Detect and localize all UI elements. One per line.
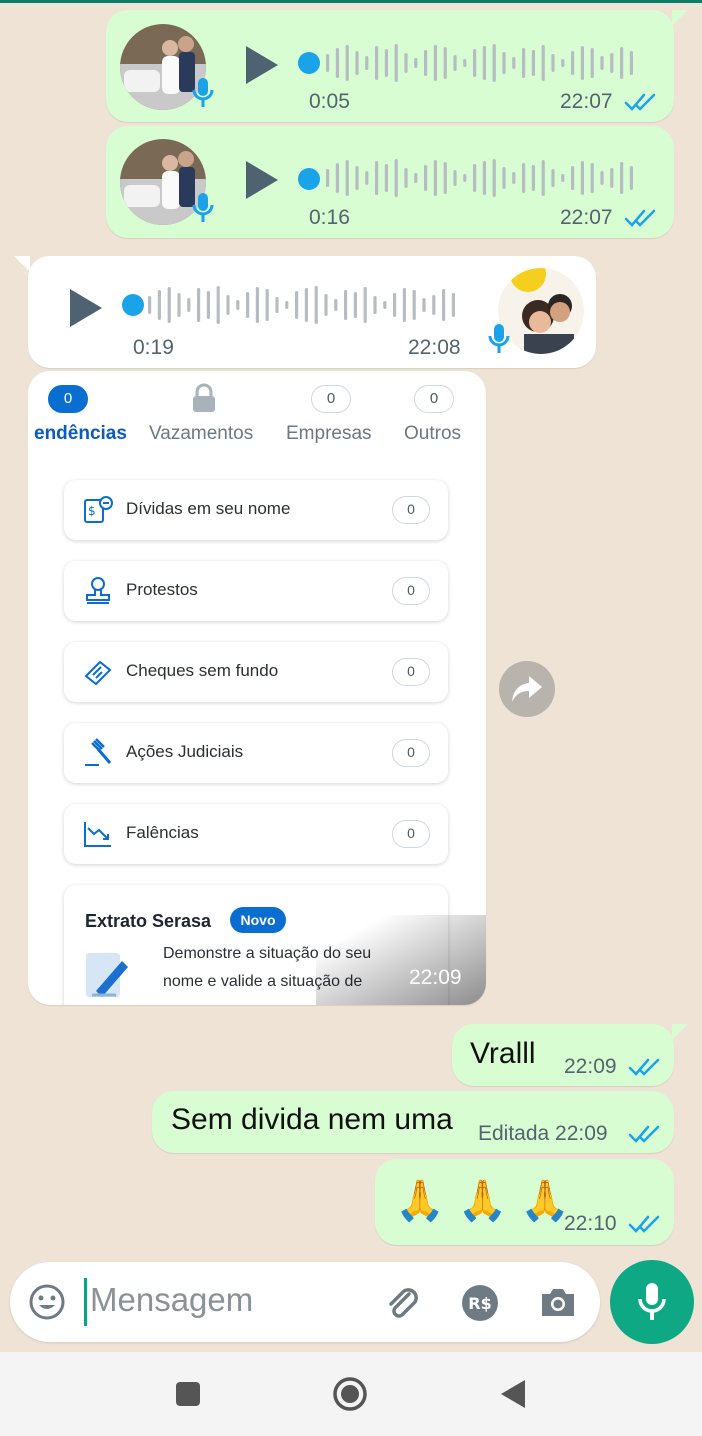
waveform[interactable] bbox=[326, 43, 646, 83]
header-divider bbox=[0, 0, 702, 3]
voice-message-bubble[interactable]: 0:19 22:08 bbox=[14, 256, 596, 368]
voice-message-bubble[interactable]: 0:16 22:07 bbox=[106, 126, 674, 238]
new-badge: Novo bbox=[230, 907, 286, 933]
voice-duration: 0:16 bbox=[309, 206, 350, 229]
bubble-tail bbox=[672, 1024, 688, 1040]
text-message-bubble[interactable]: Vralll 22:09 bbox=[452, 1024, 688, 1086]
message-time: 22:07 bbox=[560, 90, 613, 113]
play-icon[interactable] bbox=[66, 286, 106, 330]
waveform[interactable] bbox=[148, 285, 468, 325]
item-label: Falências bbox=[126, 823, 199, 842]
list-item-acoes-judiciais[interactable]: Ações Judiciais 0 bbox=[64, 723, 448, 783]
emoji-icon[interactable] bbox=[28, 1283, 66, 1321]
time-overlay-gradient bbox=[316, 915, 486, 1005]
bubble-tail bbox=[14, 256, 30, 272]
stamp-icon bbox=[86, 577, 110, 604]
text-message-bubble[interactable]: Sem divida nem uma Editada 22:09 bbox=[152, 1091, 674, 1153]
check-icon bbox=[84, 660, 112, 686]
playback-position-dot[interactable] bbox=[298, 52, 320, 74]
voice-message-bubble[interactable]: 0:05 22:07 bbox=[106, 10, 688, 122]
message-input[interactable]: Mensagem bbox=[90, 1281, 253, 1319]
microphone-icon bbox=[192, 78, 214, 107]
gavel-icon bbox=[85, 738, 112, 766]
shared-image-message[interactable]: 0 endências Vazamentos 0 Empresas 0 Outr… bbox=[28, 371, 486, 1005]
tab-pendencias[interactable]: endências bbox=[34, 423, 127, 445]
message-text: 🙏 🙏 🙏 bbox=[395, 1178, 570, 1224]
camera-icon[interactable] bbox=[538, 1284, 578, 1320]
read-ticks-icon bbox=[628, 1058, 660, 1076]
system-navigation-bar bbox=[0, 1352, 702, 1436]
microphone-icon bbox=[192, 193, 214, 222]
message-time: 22:09 bbox=[409, 966, 462, 989]
payment-icon[interactable]: R$ bbox=[461, 1284, 499, 1322]
message-time: 22:08 bbox=[408, 336, 461, 359]
forward-button[interactable] bbox=[499, 661, 555, 717]
item-count: 0 bbox=[392, 496, 430, 524]
read-ticks-icon bbox=[628, 1125, 660, 1143]
text-cursor bbox=[84, 1278, 87, 1326]
read-ticks-icon bbox=[628, 1215, 660, 1233]
svg-text:$: $ bbox=[88, 504, 96, 518]
message-meta: Editada 22:09 bbox=[478, 1122, 608, 1145]
debt-icon: $ bbox=[84, 496, 113, 523]
message-text: Sem divida nem uma bbox=[171, 1103, 453, 1136]
emoji-message-bubble[interactable]: 🙏 🙏 🙏 22:10 bbox=[375, 1159, 674, 1245]
item-label: Ações Judiciais bbox=[126, 742, 244, 761]
bubble-tail bbox=[672, 10, 688, 26]
item-count: 0 bbox=[392, 820, 430, 848]
tab-empresas[interactable]: Empresas bbox=[286, 423, 372, 445]
playback-position-dot[interactable] bbox=[298, 168, 320, 190]
item-count: 0 bbox=[392, 739, 430, 767]
tab-count-badge: 0 bbox=[48, 385, 88, 413]
message-time: 22:07 bbox=[560, 206, 613, 229]
read-ticks-icon bbox=[624, 93, 656, 111]
tab-count-badge: 0 bbox=[414, 385, 454, 413]
attach-icon[interactable] bbox=[382, 1282, 422, 1322]
item-label: Protestos bbox=[126, 580, 198, 599]
list-item-cheques[interactable]: Cheques sem fundo 0 bbox=[64, 642, 448, 702]
item-count: 0 bbox=[392, 577, 430, 605]
document-pen-icon bbox=[86, 953, 128, 997]
svg-text:R$: R$ bbox=[468, 1294, 491, 1313]
back-icon[interactable] bbox=[499, 1378, 527, 1410]
voice-duration: 0:05 bbox=[309, 90, 350, 113]
chart-down-icon bbox=[84, 822, 111, 847]
home-icon[interactable] bbox=[332, 1376, 368, 1412]
message-time: 22:09 bbox=[564, 1055, 617, 1078]
forward-icon bbox=[512, 676, 542, 702]
waveform[interactable] bbox=[326, 158, 646, 198]
playback-position-dot[interactable] bbox=[122, 294, 144, 316]
item-label: Dívidas em seu nome bbox=[126, 499, 291, 518]
list-item-falencias[interactable]: Falências 0 bbox=[64, 804, 448, 864]
recents-icon[interactable] bbox=[175, 1381, 201, 1407]
message-time: 22:10 bbox=[564, 1212, 617, 1235]
list-item-dividas[interactable]: $ Dívidas em seu nome 0 bbox=[64, 480, 448, 540]
play-icon[interactable] bbox=[242, 158, 282, 202]
tab-vazamentos[interactable]: Vazamentos bbox=[149, 423, 253, 445]
tab-outros[interactable]: Outros bbox=[404, 423, 461, 445]
voice-duration: 0:19 bbox=[133, 336, 174, 359]
list-item-protestos[interactable]: Protestos 0 bbox=[64, 561, 448, 621]
extrato-title: Extrato Serasa bbox=[85, 911, 212, 931]
message-composer[interactable]: Mensagem R$ bbox=[10, 1262, 600, 1342]
item-count: 0 bbox=[392, 658, 430, 686]
lock-icon bbox=[193, 383, 215, 412]
message-text: Vralll bbox=[470, 1037, 536, 1070]
read-ticks-icon bbox=[624, 209, 656, 227]
item-label: Cheques sem fundo bbox=[126, 661, 279, 680]
microphone-icon bbox=[638, 1283, 666, 1320]
microphone-icon bbox=[488, 324, 510, 353]
play-icon[interactable] bbox=[242, 43, 282, 87]
voice-record-button[interactable] bbox=[610, 1260, 694, 1344]
tab-count-badge: 0 bbox=[311, 385, 351, 413]
